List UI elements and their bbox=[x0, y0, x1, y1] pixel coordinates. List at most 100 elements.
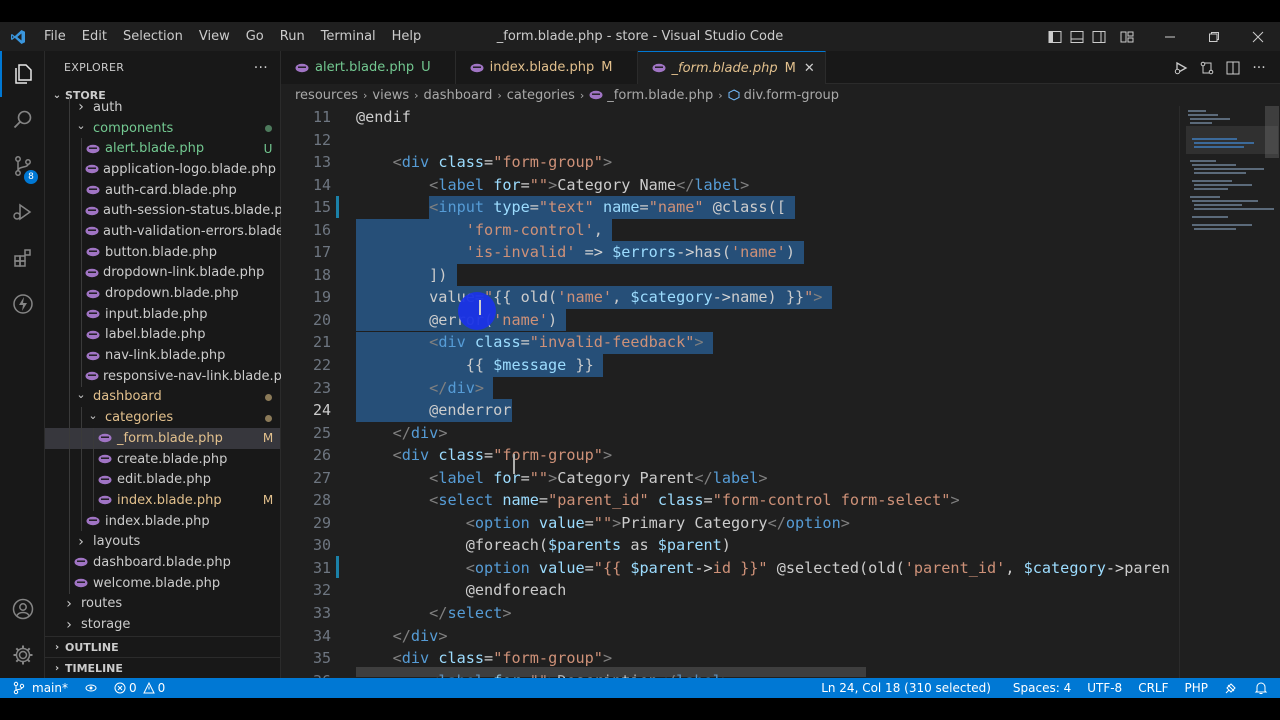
menu-terminal[interactable]: Terminal bbox=[313, 22, 384, 51]
minimap[interactable] bbox=[1179, 106, 1279, 678]
editor-tab[interactable]: _form.blade.php M ✕ bbox=[637, 51, 826, 84]
file-item[interactable]: auth-card.blade.php bbox=[45, 179, 280, 201]
branch-status[interactable]: main* bbox=[30, 678, 76, 698]
file-item[interactable]: index.blade.php bbox=[45, 510, 280, 532]
minimize-button[interactable] bbox=[1148, 22, 1192, 51]
file-item[interactable]: dropdown-link.blade.php bbox=[45, 262, 280, 284]
folder-item[interactable]: ⌄ categories bbox=[45, 407, 280, 428]
file-item[interactable]: _form.blade.php M bbox=[45, 428, 280, 449]
file-item[interactable]: alert.blade.php U bbox=[45, 138, 280, 160]
run-icon[interactable] bbox=[1168, 51, 1194, 84]
run-debug-activity-icon[interactable] bbox=[0, 189, 45, 235]
outline-label: OUTLINE bbox=[65, 640, 119, 654]
file-item[interactable]: responsive-nav-link.blade.php bbox=[45, 365, 298, 387]
file-item[interactable]: auth-validation-errors.blade.php bbox=[45, 221, 313, 242]
indent-guide bbox=[81, 324, 82, 346]
sync-icon[interactable] bbox=[76, 678, 106, 698]
file-item[interactable]: dashboard.blade.php bbox=[45, 552, 280, 573]
remote-explorer-activity-icon[interactable] bbox=[0, 281, 45, 327]
restore-button[interactable] bbox=[1192, 22, 1236, 51]
folder-item[interactable]: › routes bbox=[45, 594, 280, 615]
line-number: 22 bbox=[312, 356, 331, 375]
file-item[interactable]: dropdown.blade.php bbox=[45, 283, 280, 304]
toggle-secondary-sidebar-icon[interactable] bbox=[1088, 22, 1110, 51]
manage-gear-icon[interactable] bbox=[0, 632, 45, 678]
breadcrumb-item[interactable]: views bbox=[372, 88, 409, 103]
cursor-position[interactable]: Ln 24, Col 18 (310 selected) bbox=[813, 678, 999, 698]
code-token: label bbox=[438, 468, 485, 487]
menu-edit[interactable]: Edit bbox=[74, 22, 115, 51]
feedback-icon[interactable] bbox=[1216, 678, 1246, 698]
code-token: > bbox=[548, 468, 558, 487]
customize-layout-icon[interactable] bbox=[1116, 22, 1138, 51]
code-token: < bbox=[429, 175, 439, 194]
folder-item[interactable]: ⌄ components bbox=[45, 117, 280, 139]
close-tab-icon[interactable]: ✕ bbox=[804, 61, 815, 76]
warning-icon bbox=[142, 682, 155, 694]
menu-selection[interactable]: Selection bbox=[115, 22, 191, 51]
code-token: @foreach( bbox=[356, 536, 549, 555]
folder-item[interactable]: › auth bbox=[45, 97, 280, 118]
encoding[interactable]: UTF-8 bbox=[1079, 678, 1130, 698]
code-editor[interactable]: 11 12 13 14 15 16 17 18 19 20 21 22 23 24 25 26 27 28 29 30… bbox=[281, 106, 1280, 678]
code-token: label bbox=[712, 468, 759, 487]
explorer-more-actions-icon[interactable]: ··· bbox=[254, 60, 268, 76]
editor-tab[interactable]: index.blade.php M bbox=[455, 51, 638, 84]
file-item[interactable]: welcome.blade.php bbox=[45, 572, 280, 594]
menu-run[interactable]: Run bbox=[272, 22, 313, 51]
code-line: <input type="text" name="name" @class([ bbox=[356, 196, 1176, 219]
accounts-icon[interactable] bbox=[0, 586, 45, 632]
editor-tab[interactable]: alert.blade.php U bbox=[281, 51, 456, 84]
file-item[interactable]: application-logo.blade.php bbox=[45, 159, 280, 180]
remote-indicator[interactable] bbox=[0, 678, 30, 698]
close-window-button[interactable] bbox=[1236, 22, 1280, 51]
breadcrumb-item[interactable]: div.form-group bbox=[744, 88, 839, 103]
file-item[interactable]: edit.blade.php bbox=[45, 469, 280, 491]
file-item[interactable]: auth-session-status.blade.php bbox=[45, 200, 299, 222]
vertical-scrollbar[interactable] bbox=[1265, 106, 1279, 158]
breadcrumb-item[interactable]: _form.blade.php bbox=[607, 88, 713, 103]
search-activity-icon[interactable] bbox=[0, 97, 45, 143]
source-control-activity-icon[interactable]: 8 bbox=[0, 143, 45, 189]
folder-item[interactable]: › storage bbox=[45, 614, 280, 635]
folder-item[interactable]: ⌄ dashboard bbox=[45, 386, 280, 408]
file-item[interactable]: label.blade.php bbox=[45, 324, 280, 346]
menu-view[interactable]: View bbox=[191, 22, 238, 51]
code-line: @endif bbox=[356, 106, 1176, 129]
toggle-panel-icon[interactable] bbox=[1066, 22, 1088, 51]
menu-go[interactable]: Go bbox=[238, 22, 272, 51]
outline-section-header[interactable]: › OUTLINE bbox=[45, 636, 281, 657]
extensions-activity-icon[interactable] bbox=[0, 235, 45, 281]
file-item[interactable]: button.blade.php bbox=[45, 241, 280, 263]
breadcrumb-item[interactable]: categories bbox=[507, 88, 575, 103]
breadcrumb-item[interactable]: resources bbox=[295, 88, 358, 103]
git-status-dot bbox=[256, 390, 280, 404]
language-mode[interactable]: PHP bbox=[1177, 678, 1217, 698]
explorer-activity-icon[interactable] bbox=[0, 51, 45, 97]
line-number: 29 bbox=[312, 513, 331, 532]
folder-item[interactable]: › layouts bbox=[45, 531, 280, 553]
timeline-section-header[interactable]: › TIMELINE bbox=[45, 657, 281, 678]
breadcrumb-item[interactable]: dashboard bbox=[424, 88, 493, 103]
tab-git-status: U bbox=[421, 60, 431, 75]
tree-item-label: button.blade.php bbox=[105, 244, 217, 260]
line-endings[interactable]: CRLF bbox=[1130, 678, 1176, 698]
horizontal-scrollbar[interactable] bbox=[356, 667, 866, 677]
file-item[interactable]: input.blade.php bbox=[45, 303, 280, 325]
file-item[interactable]: index.blade.php M bbox=[45, 490, 280, 511]
toggle-primary-sidebar-icon[interactable] bbox=[1044, 22, 1066, 51]
open-changes-icon[interactable] bbox=[1194, 51, 1220, 84]
line-number: 25 bbox=[312, 423, 331, 442]
indent-guide bbox=[69, 159, 70, 180]
menu-help[interactable]: Help bbox=[384, 22, 430, 51]
problems-status[interactable]: 0 0 bbox=[106, 678, 173, 698]
file-item[interactable]: nav-link.blade.php bbox=[45, 345, 280, 366]
notifications-bell-icon[interactable] bbox=[1246, 678, 1280, 698]
code-token: < bbox=[429, 333, 439, 352]
indentation[interactable]: Spaces: 4 bbox=[1005, 678, 1079, 698]
php-file-icon bbox=[73, 575, 89, 591]
file-item[interactable]: create.blade.php bbox=[45, 448, 280, 470]
split-editor-icon[interactable] bbox=[1220, 51, 1246, 84]
menu-file[interactable]: File bbox=[36, 22, 74, 51]
more-actions-icon[interactable]: ··· bbox=[1246, 51, 1272, 84]
